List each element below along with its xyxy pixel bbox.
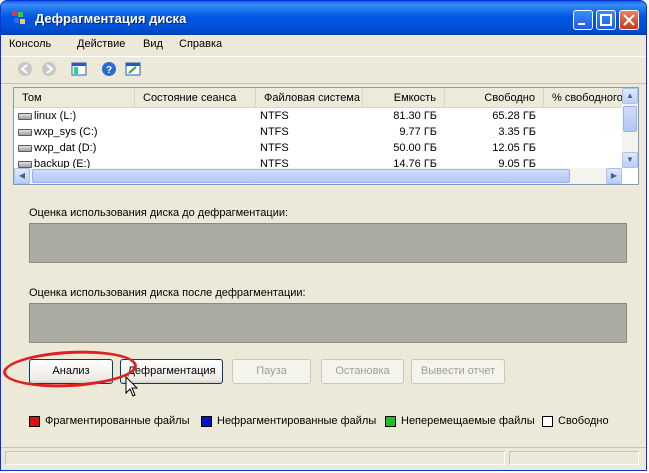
- maximize-button[interactable]: [596, 10, 616, 30]
- volume-row[interactable]: wxp_sys (C:) NTFS 9.77 ГБ 3.35 ГБ: [14, 125, 624, 141]
- scroll-left-button[interactable]: ◀: [14, 168, 30, 184]
- status-cell: [509, 451, 639, 465]
- volume-list[interactable]: Том Состояние сеанса Файловая система Ем…: [13, 87, 639, 185]
- unfragmented-swatch: [201, 416, 212, 427]
- column-file-system[interactable]: Файловая система: [256, 88, 363, 108]
- mouse-cursor-icon: [125, 376, 139, 397]
- volume-row[interactable]: wxp_dat (D:) NTFS 50.00 ГБ 12.05 ГБ: [14, 141, 624, 157]
- vertical-scroll-thumb[interactable]: [623, 106, 637, 132]
- forward-icon[interactable]: [41, 61, 57, 77]
- after-usage-label: Оценка использования диска после дефрагм…: [29, 287, 306, 299]
- volume-capacity: 81.30 ГБ: [393, 110, 437, 122]
- stop-button[interactable]: Остановка: [321, 359, 404, 384]
- legend-label: Фрагментированные файлы: [45, 415, 190, 427]
- title-bar: Дефрагментация диска: [1, 1, 646, 35]
- report-button[interactable]: Вывести отчет: [411, 359, 505, 384]
- properties-icon[interactable]: [125, 61, 141, 77]
- legend-unfragmented: Нефрагментированные файлы: [201, 415, 381, 429]
- volume-free: 12.05 ГБ: [492, 142, 536, 154]
- hard-drive-icon: [18, 145, 32, 152]
- scroll-up-button[interactable]: ▲: [622, 88, 638, 104]
- column-percent-free[interactable]: % свободного: [544, 88, 624, 108]
- show-hide-tree-icon[interactable]: [71, 61, 87, 77]
- menu-bar: Консоль Действие Вид Справка: [1, 35, 646, 55]
- fragmented-swatch: [29, 416, 40, 427]
- volume-row[interactable]: linux (L:) NTFS 81.30 ГБ 65.28 ГБ: [14, 109, 624, 125]
- column-free[interactable]: Свободно: [445, 88, 544, 108]
- volume-capacity: 14.76 ГБ: [393, 158, 437, 168]
- toolbar: ?: [1, 56, 646, 84]
- legend-label: Неперемещаемые файлы: [401, 415, 535, 427]
- hard-drive-icon: [18, 129, 32, 136]
- column-volume[interactable]: Том: [14, 88, 135, 108]
- before-usage-display: [29, 223, 627, 263]
- menu-help[interactable]: Справка: [179, 38, 222, 50]
- volume-free: 3.35 ГБ: [498, 126, 536, 138]
- before-usage-label: Оценка использования диска до дефрагмент…: [29, 207, 289, 219]
- close-icon: [623, 14, 635, 26]
- volume-capacity: 9.77 ГБ: [399, 126, 437, 138]
- menu-action[interactable]: Действие: [77, 38, 125, 50]
- volume-name: backup (E:): [34, 158, 91, 168]
- volume-fs: NTFS: [260, 126, 289, 138]
- menu-view[interactable]: Вид: [143, 38, 163, 50]
- volume-name: wxp_dat (D:): [34, 142, 97, 154]
- volume-name: linux (L:): [34, 110, 77, 122]
- column-session-status[interactable]: Состояние сеанса: [135, 88, 256, 108]
- volume-fs: NTFS: [260, 158, 289, 168]
- legend-free-space: Свободно: [542, 415, 622, 429]
- vertical-scrollbar[interactable]: ▲ ▼: [622, 88, 638, 168]
- minimize-icon: [578, 23, 585, 25]
- back-icon[interactable]: [17, 61, 33, 77]
- legend-fragmented: Фрагментированные файлы: [29, 415, 199, 429]
- help-icon[interactable]: ?: [101, 61, 117, 77]
- legend-label: Свободно: [558, 415, 609, 427]
- status-bar: [1, 447, 646, 470]
- volume-fs: NTFS: [260, 142, 289, 154]
- window-title: Дефрагментация диска: [35, 11, 187, 26]
- after-usage-display: [29, 303, 627, 343]
- legend-label: Нефрагментированные файлы: [217, 415, 377, 427]
- defrag-window: Дефрагментация диска Консоль Действие Ви…: [0, 0, 647, 471]
- close-button[interactable]: [619, 10, 639, 30]
- horizontal-scrollbar[interactable]: ◀ ▶: [14, 168, 622, 184]
- volume-fs: NTFS: [260, 110, 289, 122]
- horizontal-scroll-thumb[interactable]: [32, 169, 570, 183]
- svg-text:?: ?: [106, 65, 112, 76]
- column-capacity[interactable]: Емкость: [363, 88, 445, 108]
- hard-drive-icon: [18, 161, 32, 168]
- scroll-right-button[interactable]: ▶: [606, 168, 622, 184]
- legend-unmovable: Неперемещаемые файлы: [385, 415, 535, 429]
- scroll-down-button[interactable]: ▼: [622, 152, 638, 168]
- volume-capacity: 50.00 ГБ: [393, 142, 437, 154]
- unmovable-swatch: [385, 416, 396, 427]
- minimize-button[interactable]: [573, 10, 593, 30]
- menu-console[interactable]: Консоль: [9, 38, 51, 50]
- hard-drive-icon: [18, 113, 32, 120]
- volume-free: 65.28 ГБ: [492, 110, 536, 122]
- defrag-app-icon: [12, 11, 25, 24]
- maximize-icon: [600, 14, 612, 26]
- free-space-swatch: [542, 416, 553, 427]
- pause-button[interactable]: Пауза: [232, 359, 311, 384]
- volume-row[interactable]: backup (E:) NTFS 14.76 ГБ 9.05 ГБ: [14, 157, 624, 168]
- status-cell: [5, 451, 505, 465]
- volume-free: 9.05 ГБ: [498, 158, 536, 168]
- volume-name: wxp_sys (C:): [34, 126, 98, 138]
